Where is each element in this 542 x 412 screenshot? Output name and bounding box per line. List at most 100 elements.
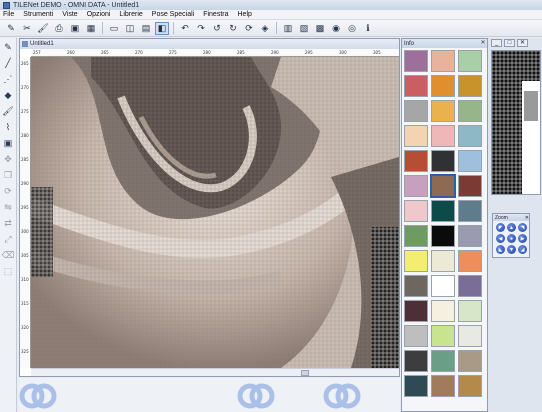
tile-swatch[interactable] <box>404 200 428 222</box>
view-3d-icon[interactable]: ▧ <box>297 22 311 35</box>
tile-swatch[interactable] <box>458 325 482 347</box>
select-icon[interactable]: ⬚ <box>2 265 15 278</box>
tile-swatch[interactable] <box>404 150 428 172</box>
tile-swatch[interactable] <box>458 250 482 272</box>
rose-tile-mosaic[interactable] <box>31 57 399 368</box>
tile-swatch[interactable] <box>458 225 482 247</box>
tile-swatch[interactable] <box>431 125 455 147</box>
menu-opzioni[interactable]: Opzioni <box>87 11 111 18</box>
overview-preview[interactable] <box>491 50 541 195</box>
tile-swatch[interactable] <box>431 100 455 122</box>
menu-strumenti[interactable]: Strumenti <box>23 11 53 18</box>
undo-icon[interactable]: ↶ <box>178 22 192 35</box>
scale-icon[interactable]: ⤢ <box>2 233 15 246</box>
tile-swatch[interactable] <box>404 250 428 272</box>
zoom-nav-button[interactable]: ▶ <box>518 234 527 243</box>
tile-swatch[interactable] <box>458 50 482 72</box>
tile-swatch[interactable] <box>431 325 455 347</box>
globe-icon[interactable]: ◎ <box>345 22 359 35</box>
menu-file[interactable]: File <box>3 11 14 18</box>
tile-swatch[interactable] <box>458 300 482 322</box>
tile-swatch[interactable] <box>404 175 428 197</box>
tile-swatch[interactable] <box>458 200 482 222</box>
print-icon[interactable]: ⎙ <box>52 22 66 35</box>
tile-swatch[interactable] <box>404 275 428 297</box>
tile-swatch[interactable] <box>404 300 428 322</box>
wall-icon[interactable]: ▤ <box>139 22 153 35</box>
rotate-icon[interactable]: ⟳ <box>242 22 256 35</box>
rotate-right-icon[interactable]: ↻ <box>226 22 240 35</box>
paint-icon[interactable]: 🖌 <box>36 22 50 35</box>
tile-swatch[interactable] <box>458 375 482 397</box>
grid-icon[interactable]: ▦ <box>84 22 98 35</box>
tile-swatch[interactable] <box>430 174 456 198</box>
zoom-nav-button[interactable]: ▲ <box>507 223 516 232</box>
cut-icon[interactable]: ✂ <box>20 22 34 35</box>
menu-help[interactable]: Help <box>238 11 252 18</box>
info-icon[interactable]: ℹ <box>361 22 375 35</box>
rectangle-icon[interactable]: ▭ <box>107 22 121 35</box>
tile-swatch[interactable] <box>431 50 455 72</box>
tile-swatch[interactable] <box>404 350 428 372</box>
document-title-bar[interactable]: Untitled1 <box>20 39 399 49</box>
zoom-nav-button[interactable]: ◤ <box>496 223 505 232</box>
tile-select-icon[interactable]: ◧ <box>155 21 169 35</box>
tile-swatch[interactable] <box>458 275 482 297</box>
pencil-icon[interactable]: ✎ <box>2 41 15 54</box>
maximize-button[interactable]: □ <box>504 39 515 47</box>
zoom-close-button[interactable]: ✕ <box>525 215 529 221</box>
horizontal-scrollbar[interactable] <box>31 368 399 376</box>
info-panel-title-bar[interactable]: Info ✕ <box>402 39 487 48</box>
flip-icon[interactable]: ⇋ <box>2 201 15 214</box>
save-icon[interactable]: ▣ <box>68 22 82 35</box>
rotate-left-icon[interactable]: ↺ <box>210 22 224 35</box>
tile-swatch[interactable] <box>404 75 428 97</box>
render-icon[interactable]: ▩ <box>313 22 327 35</box>
tile-swatch[interactable] <box>458 75 482 97</box>
menu-librerie[interactable]: Librerie <box>119 11 142 18</box>
zoom-nav-button[interactable]: ◀ <box>496 234 505 243</box>
tile-swatch[interactable] <box>458 350 482 372</box>
tile-swatch[interactable] <box>404 325 428 347</box>
new-icon[interactable]: ✎ <box>4 22 18 35</box>
tile-swatch[interactable] <box>431 225 455 247</box>
paint-bucket-icon[interactable]: ◈ <box>258 22 272 35</box>
scrollbar-thumb[interactable] <box>301 370 309 376</box>
tile-swatch[interactable] <box>404 100 428 122</box>
line-icon[interactable]: ╱ <box>2 57 15 70</box>
tile-icon[interactable]: ◫ <box>123 22 137 35</box>
tile-swatch[interactable] <box>404 225 428 247</box>
menu-finestra[interactable]: Finestra <box>203 11 228 18</box>
tile-swatch[interactable] <box>458 125 482 147</box>
tile-swatch[interactable] <box>458 150 482 172</box>
eyedropper-icon[interactable]: ⌇ <box>2 121 15 134</box>
move-icon[interactable]: ✥ <box>2 153 15 166</box>
tile-swatch[interactable] <box>431 350 455 372</box>
close-button[interactable]: ✕ <box>517 39 528 47</box>
tile-swatch[interactable] <box>458 100 482 122</box>
tile-swatch[interactable] <box>404 125 428 147</box>
camera-icon[interactable]: ◉ <box>329 22 343 35</box>
redo-icon[interactable]: ↷ <box>194 22 208 35</box>
tile-swatch[interactable] <box>404 375 428 397</box>
tile-swatch[interactable] <box>431 300 455 322</box>
zoom-nav-button[interactable]: ● <box>507 234 516 243</box>
tile-swatch[interactable] <box>431 275 455 297</box>
menu-viste[interactable]: Viste <box>62 11 77 18</box>
stamp-icon[interactable]: ▣ <box>2 137 15 150</box>
tile-swatch[interactable] <box>431 75 455 97</box>
mirror-icon[interactable]: ⇄ <box>2 217 15 230</box>
paint-icon[interactable]: 🖌 <box>2 105 15 118</box>
zoom-nav-button[interactable]: ◣ <box>496 245 505 254</box>
tile-swatch[interactable] <box>431 200 455 222</box>
tile-swatch[interactable] <box>458 175 482 197</box>
copy-icon[interactable]: ❐ <box>2 169 15 182</box>
tile-canvas[interactable] <box>31 57 399 368</box>
erase-icon[interactable]: ⌫ <box>2 249 15 262</box>
zoom-title-bar[interactable]: Zoom ✕ <box>493 214 529 221</box>
tile-swatch[interactable] <box>431 150 455 172</box>
tile-swatch[interactable] <box>431 375 455 397</box>
info-close-button[interactable]: ✕ <box>479 40 487 47</box>
zoom-nav-button[interactable]: ▼ <box>507 245 516 254</box>
fill-icon[interactable]: ◆ <box>2 89 15 102</box>
